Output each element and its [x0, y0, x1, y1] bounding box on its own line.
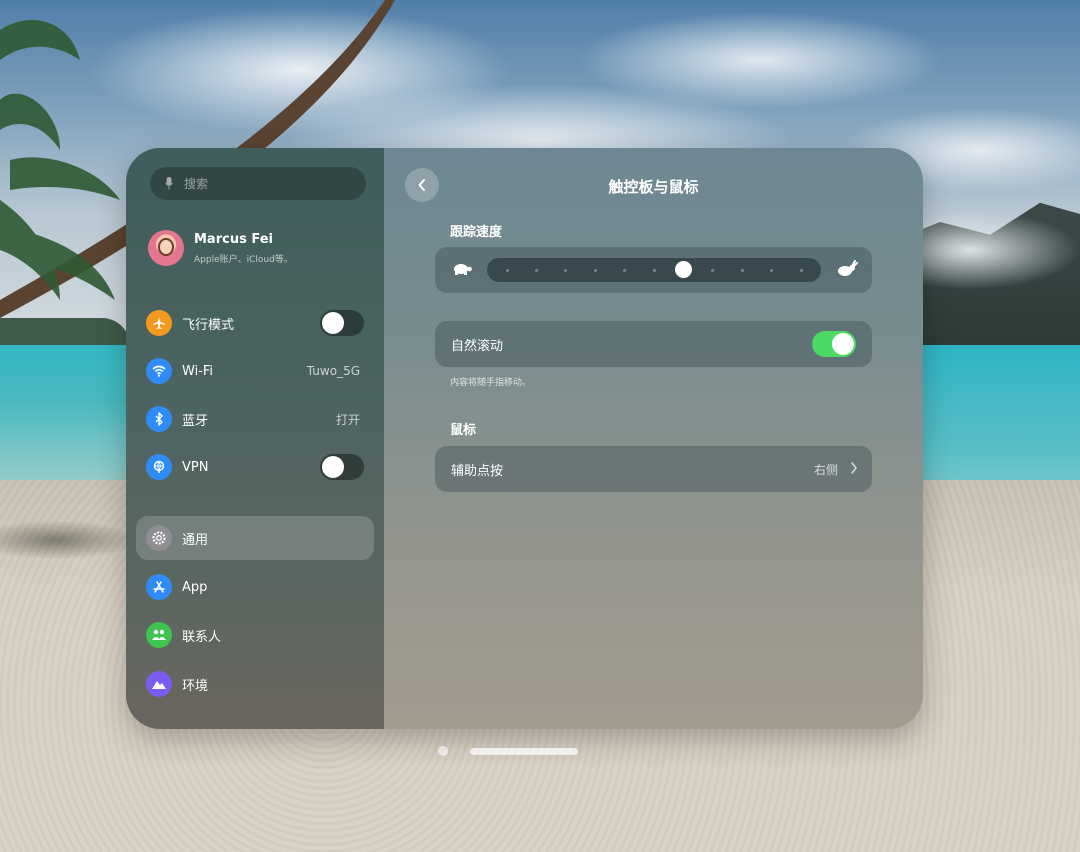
sidebar-item-environments[interactable]: 环境: [136, 662, 374, 706]
palm-shadow: [0, 520, 140, 560]
page-dot[interactable]: [438, 746, 448, 756]
sidebar-item-label: 环境: [182, 675, 374, 694]
wifi-icon: [146, 358, 172, 384]
slider-tick: [623, 269, 626, 272]
bluetooth-icon: [146, 406, 172, 432]
sidebar-item-label: App: [182, 580, 374, 595]
natural-scroll-hint: 内容将随手指移动。: [450, 375, 531, 388]
sidebar-item-vpn[interactable]: VPN: [136, 445, 374, 489]
sidebar-item-general[interactable]: 通用: [136, 516, 374, 560]
slider-tick: [800, 269, 803, 272]
sidebar-item-label: 蓝牙: [182, 410, 336, 429]
contacts-icon: [146, 622, 172, 648]
secondary-click-label: 辅助点按: [451, 460, 503, 479]
mouse-heading: 鼠标: [450, 419, 476, 438]
page-dot-current[interactable]: [470, 748, 578, 755]
natural-scroll-toggle[interactable]: [812, 331, 856, 357]
sidebar-item-label: 联系人: [182, 626, 374, 645]
settings-window: 搜索 Marcus Fei Apple账户、iCloud等。 飞行模式 Wi-F…: [126, 148, 923, 729]
detail-pane: 触控板与鼠标 跟踪速度 自然滚动 内容将随手指移动。 鼠标 辅助点按 右侧: [384, 148, 923, 729]
slider-tick: [506, 269, 509, 272]
natural-scroll-label: 自然滚动: [451, 335, 503, 354]
sidebar: 搜索 Marcus Fei Apple账户、iCloud等。 飞行模式 Wi-F…: [126, 148, 384, 729]
slider-tick: [741, 269, 744, 272]
profile-subtitle: Apple账户、iCloud等。: [194, 252, 293, 265]
sidebar-item-bluetooth[interactable]: 蓝牙 打开: [136, 397, 374, 441]
airplane-mode-toggle[interactable]: [320, 310, 364, 336]
slider-tick: [711, 269, 714, 272]
chevron-right-icon: [850, 461, 858, 475]
wifi-network-value: Tuwo_5G: [307, 364, 360, 378]
page-indicator: [438, 746, 580, 758]
tracking-speed-slider[interactable]: [487, 258, 821, 282]
bluetooth-status-value: 打开: [336, 411, 360, 428]
slider-tick: [594, 269, 597, 272]
mountain-icon: [146, 671, 172, 697]
sidebar-item-wifi[interactable]: Wi-Fi Tuwo_5G: [136, 349, 374, 393]
profile-name: Marcus Fei: [194, 232, 273, 247]
sidebar-item-label: 通用: [182, 529, 374, 548]
sidebar-item-label: Wi-Fi: [182, 364, 307, 379]
sidebar-item-app[interactable]: App: [136, 565, 374, 609]
slider-thumb[interactable]: [675, 261, 692, 278]
vpn-toggle[interactable]: [320, 454, 364, 480]
microphone-icon[interactable]: [162, 177, 176, 191]
tracking-speed-card: [435, 247, 872, 293]
secondary-click-row[interactable]: 辅助点按 右侧: [435, 446, 872, 492]
avatar: [148, 230, 184, 266]
slider-tick: [770, 269, 773, 272]
sidebar-item-label: 飞行模式: [182, 314, 320, 333]
globe-icon: [146, 454, 172, 480]
profile-row[interactable]: Marcus Fei Apple账户、iCloud等。: [148, 228, 368, 268]
sidebar-item-label: VPN: [182, 460, 320, 475]
slider-tick: [653, 269, 656, 272]
turtle-icon: [451, 261, 473, 281]
gear-icon: [146, 525, 172, 551]
tracking-speed-heading: 跟踪速度: [450, 221, 502, 240]
natural-scroll-card[interactable]: 自然滚动: [435, 321, 872, 367]
page-title: 触控板与鼠标: [384, 176, 923, 197]
secondary-click-value: 右侧: [814, 461, 838, 478]
sidebar-item-airplane-mode[interactable]: 飞行模式: [136, 301, 374, 345]
rabbit-icon: [836, 260, 858, 282]
search-field[interactable]: 搜索: [150, 167, 366, 200]
search-placeholder: 搜索: [184, 175, 208, 192]
slider-tick: [535, 269, 538, 272]
slider-tick: [564, 269, 567, 272]
app-store-icon: [146, 574, 172, 600]
sidebar-item-contacts[interactable]: 联系人: [136, 613, 374, 657]
airplane-icon: [146, 310, 172, 336]
